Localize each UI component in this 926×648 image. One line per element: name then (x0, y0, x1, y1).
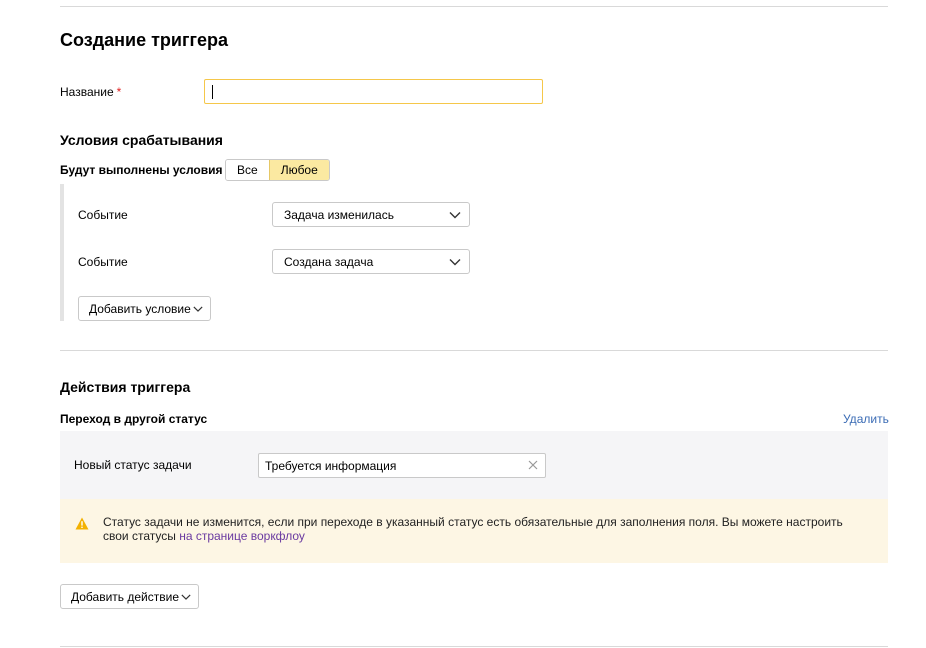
add-action-button[interactable]: Добавить действие (60, 584, 199, 609)
top-divider (60, 6, 888, 7)
add-condition-label: Добавить условие (89, 302, 191, 316)
condition-1-value: Задача изменилась (284, 208, 394, 222)
warning-banner: Статус задачи не изменится, если при пер… (60, 499, 888, 563)
required-mark: * (116, 85, 122, 99)
condition-2-value: Создана задача (284, 255, 374, 269)
delete-action-link[interactable]: Удалить (843, 411, 889, 427)
close-icon[interactable] (527, 459, 539, 471)
chevron-down-icon (193, 306, 203, 312)
condition-2-label: Событие (78, 255, 128, 269)
warning-icon (75, 517, 89, 530)
section-divider (60, 350, 888, 351)
status-label: Новый статус задачи (74, 458, 192, 472)
action-title: Переход в другой статус (60, 412, 208, 426)
condition-2-select[interactable]: Создана задача (272, 249, 470, 274)
condition-1-label: Событие (78, 208, 128, 222)
chevron-down-icon (449, 212, 461, 219)
match-all-option[interactable]: Все (226, 160, 269, 180)
bottom-divider (60, 646, 888, 647)
match-mode-label: Будут выполнены условия (60, 163, 223, 177)
name-label-text: Название (60, 85, 114, 99)
add-action-label: Добавить действие (71, 590, 179, 604)
condition-1-select[interactable]: Задача изменилась (272, 202, 470, 227)
status-value: Требуется информация (265, 459, 397, 473)
match-any-option[interactable]: Любое (268, 160, 329, 180)
add-condition-button[interactable]: Добавить условие (78, 296, 211, 321)
actions-title: Действия триггера (60, 379, 191, 395)
conditions-title: Условия срабатывания (60, 132, 223, 148)
match-mode-switch: Все Любое (225, 159, 330, 181)
workflow-page-link[interactable]: на странице воркфлоу (179, 529, 305, 543)
page-title: Создание триггера (60, 30, 228, 50)
conditions-group-bar (60, 184, 64, 321)
chevron-down-icon (449, 259, 461, 266)
text-caret (212, 85, 213, 99)
warning-text: Статус задачи не изменится, если при пер… (103, 515, 863, 543)
name-input[interactable] (204, 79, 543, 104)
status-field[interactable]: Требуется информация (258, 453, 546, 478)
name-label: Название * (60, 84, 121, 100)
chevron-down-icon (181, 594, 191, 600)
